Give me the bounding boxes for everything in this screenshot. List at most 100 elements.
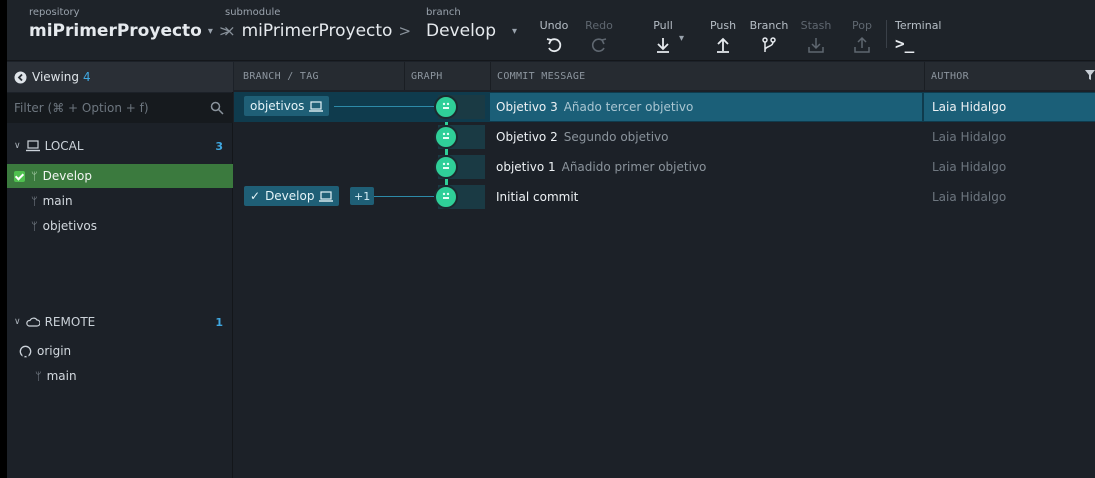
branch-connector (374, 196, 434, 197)
commit-row[interactable]: Objetivo 2 Segundo objetivo Laia Hidalgo (234, 122, 1095, 152)
commit-body: Segundo objetivo (563, 130, 669, 144)
commit-author[interactable]: Laia Hidalgo (924, 183, 1095, 211)
toolbar: repository miPrimerProyecto ▾ > submodul… (7, 0, 1095, 61)
filter-placeholder: Filter (⌘ + Option + f) (14, 101, 149, 115)
chevron-down-icon: ∨ (14, 317, 21, 327)
undo-button[interactable]: Undo (532, 19, 576, 54)
undo-icon (546, 38, 562, 53)
graph-header: BRANCH / TAG GRAPH COMMIT MESSAGE AUTHOR (234, 62, 1095, 90)
branch-label: main (42, 194, 73, 208)
branch-label: Develop (42, 169, 93, 183)
commit-author[interactable]: Laia Hidalgo (924, 123, 1095, 151)
header-author[interactable]: AUTHOR (931, 71, 969, 82)
commit-message-cell[interactable]: objetivo 1 Añadido primer objetivo (490, 153, 922, 181)
close-submodule-icon[interactable]: × (223, 22, 236, 40)
github-icon (19, 345, 32, 357)
chevron-down-icon: ∨ (14, 141, 21, 151)
extra-refs-badge[interactable]: +1 (350, 187, 375, 205)
pop-button[interactable]: Pop (840, 19, 884, 54)
stash-button[interactable]: Stash (794, 19, 838, 54)
local-branch-main[interactable]: ᛘ main (7, 189, 233, 213)
viewing-toggle[interactable]: Viewing 4 (7, 62, 233, 92)
filter-icon[interactable] (1085, 70, 1095, 80)
column-divider[interactable] (404, 62, 405, 90)
repository-dropdown[interactable]: miPrimerProyecto ▾ > (29, 21, 231, 41)
checked-out-icon: ✓ (250, 189, 261, 203)
branch-icon (762, 37, 776, 52)
remote-name: origin (37, 344, 72, 358)
laptop-icon (25, 140, 40, 152)
terminal-button[interactable]: Terminal >_ (895, 19, 955, 53)
branch-tag-label: objetivos (250, 99, 305, 113)
redo-icon (591, 38, 607, 52)
commit-title: Objetivo 3 (496, 100, 558, 114)
laptop-icon (309, 100, 324, 112)
left-panel: Viewing 4 Filter (⌘ + Option + f) ∨ LOCA… (7, 62, 233, 478)
breadcrumb-separator: > (398, 22, 412, 40)
header-branch-tag[interactable]: BRANCH / TAG (243, 71, 319, 82)
gitkraken-window: repository miPrimerProyecto ▾ > submodul… (7, 0, 1095, 478)
cloud-icon (25, 317, 40, 327)
viewing-count: 4 (83, 70, 91, 84)
pull-options-caret-icon[interactable]: ▾ (679, 33, 684, 44)
terminal-label: Terminal (895, 19, 942, 32)
push-button[interactable]: Push (701, 19, 745, 54)
branch-label: main (46, 369, 77, 383)
commit-row[interactable]: objetivos Objetivo 3 Añado tercer objeti… (234, 92, 1095, 122)
commit-row[interactable]: ✓ Develop +1 Initial commit Laia Hidalgo (234, 182, 1095, 212)
branch-icon: ᛘ (31, 194, 38, 208)
redo-button[interactable]: Redo (577, 19, 621, 54)
column-divider[interactable] (924, 62, 925, 90)
branch-icon: ᛘ (31, 219, 38, 233)
commit-title: objetivo 1 (496, 160, 556, 174)
branch-tag-develop[interactable]: ✓ Develop (244, 186, 340, 206)
branch-dropdown[interactable]: Develop ▾ (426, 21, 517, 41)
submodule-selector[interactable]: × miPrimerProyecto > (223, 21, 411, 41)
remote-count: 1 (215, 315, 223, 329)
commit-title: Objetivo 2 (496, 130, 558, 144)
remote-origin[interactable]: origin (7, 339, 233, 363)
commit-body: Añado tercer objetivo (563, 100, 694, 114)
commit-row[interactable]: objetivo 1 Añadido primer objetivo Laia … (234, 152, 1095, 182)
remote-section-header[interactable]: ∨ REMOTE 1 (7, 310, 233, 334)
commit-message-cell[interactable]: Objetivo 2 Segundo objetivo (490, 123, 922, 151)
chevron-circle-left-icon (14, 71, 27, 83)
author-avatar[interactable] (434, 155, 458, 179)
branch-icon: ᛘ (35, 369, 42, 383)
commit-author[interactable]: Laia Hidalgo (924, 153, 1095, 181)
chevron-down-icon: ▾ (207, 25, 213, 37)
commit-message-cell[interactable]: Initial commit (490, 183, 922, 211)
avatar-face-icon (442, 132, 450, 139)
branch-connector (334, 106, 434, 107)
branch-label: objetivos (42, 219, 98, 233)
author-avatar[interactable] (434, 185, 458, 209)
local-branch-develop[interactable]: ᛘ Develop (7, 164, 233, 188)
local-label: LOCAL (44, 139, 84, 153)
author-avatar[interactable] (434, 95, 458, 119)
toolbar-divider (886, 20, 887, 48)
terminal-icon: >_ (895, 34, 915, 53)
header-graph[interactable]: GRAPH (411, 71, 443, 82)
branch-label: branch (426, 7, 461, 18)
branch-tag-objetivos[interactable]: objetivos (244, 96, 330, 116)
repository-label: repository (29, 7, 80, 18)
submodule-name: miPrimerProyecto (241, 21, 393, 41)
viewing-label: Viewing (32, 70, 80, 84)
local-section-header[interactable]: ∨ LOCAL 3 (7, 134, 233, 158)
filter-input[interactable]: Filter (⌘ + Option + f) (7, 93, 233, 123)
commit-title: Initial commit (496, 190, 579, 204)
column-divider[interactable] (490, 62, 491, 90)
local-branch-objetivos[interactable]: ᛘ objetivos (7, 214, 233, 238)
author-avatar[interactable] (434, 125, 458, 149)
avatar-face-icon (442, 192, 450, 199)
commit-author[interactable]: Laia Hidalgo (924, 93, 1095, 121)
header-commit-message[interactable]: COMMIT MESSAGE (497, 71, 586, 82)
pop-icon (854, 36, 870, 53)
branch-tag-label: Develop (265, 189, 315, 203)
remote-branch-main[interactable]: ᛘ main (7, 364, 233, 388)
push-icon (717, 37, 729, 53)
repository-name: miPrimerProyecto (29, 21, 202, 41)
remote-label: REMOTE (44, 315, 96, 329)
branch-button[interactable]: Branch (747, 19, 791, 54)
commit-message-cell[interactable]: Objetivo 3 Añado tercer objetivo (490, 93, 922, 121)
